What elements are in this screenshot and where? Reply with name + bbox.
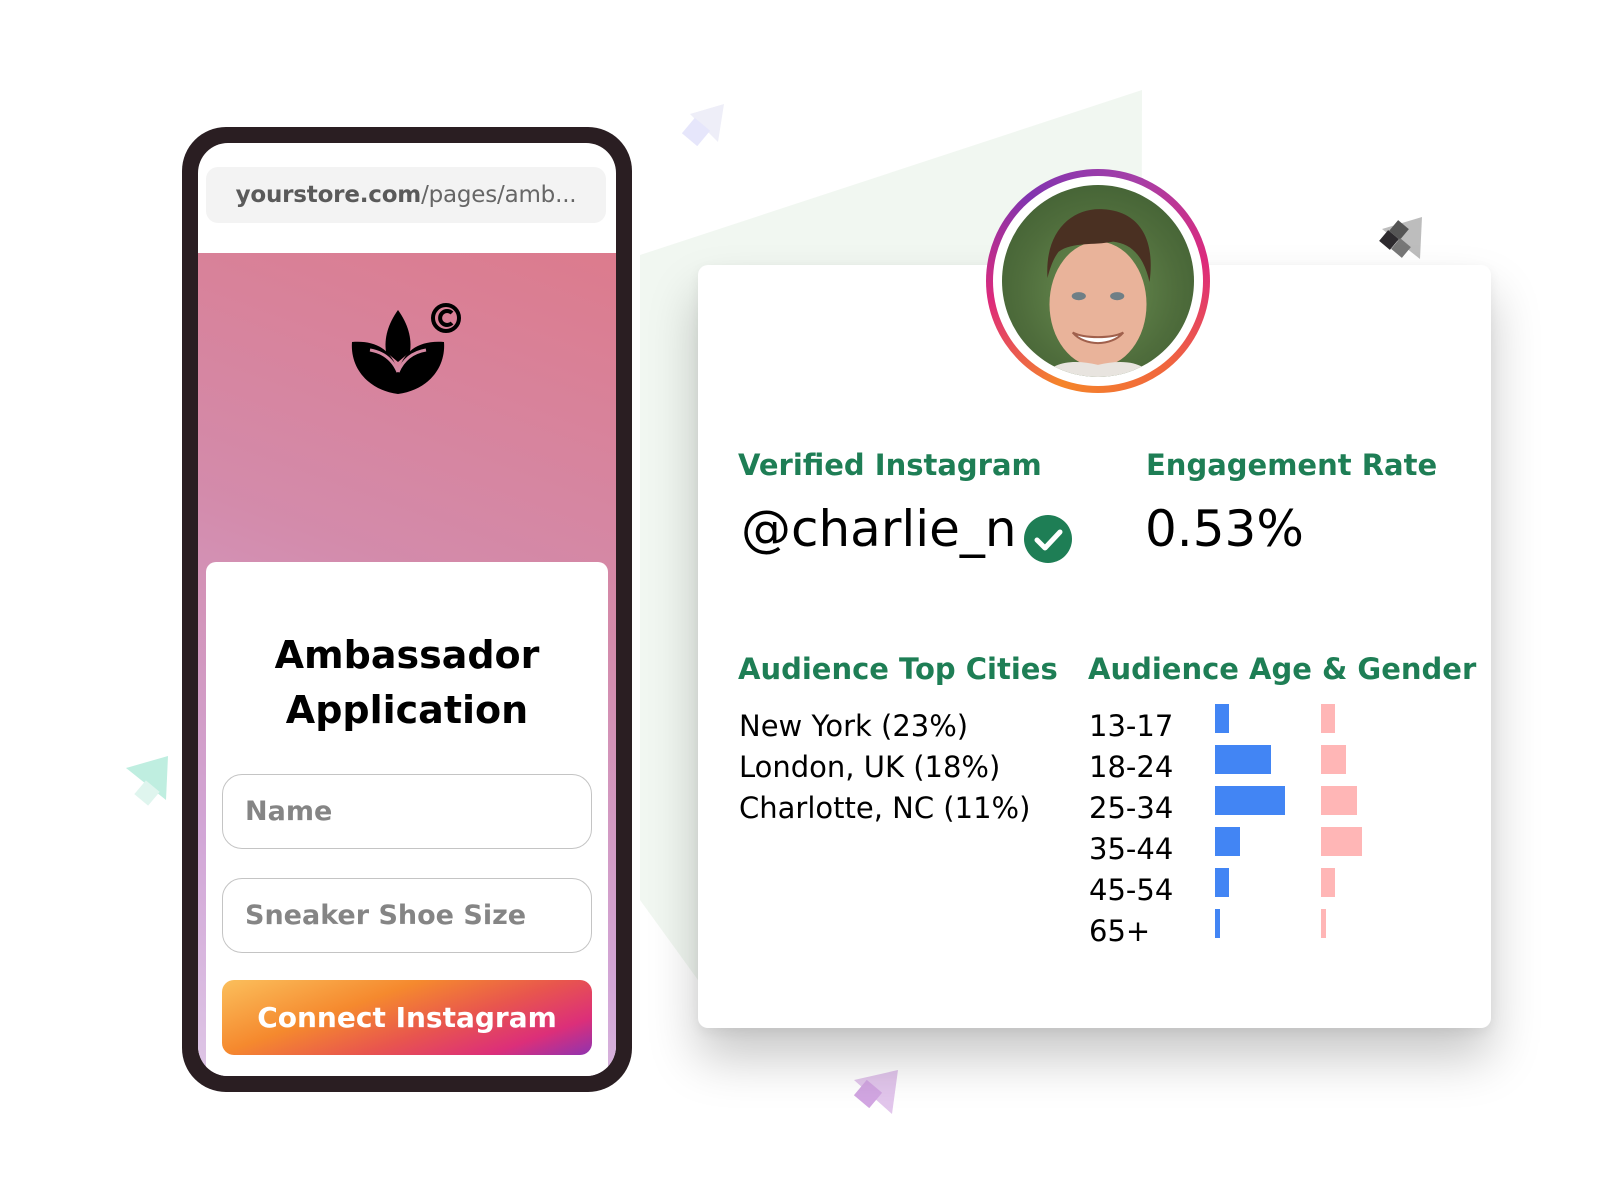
- application-form: Ambassador Application Name Sneaker Shoe…: [206, 562, 608, 1076]
- name-input[interactable]: Name: [222, 774, 592, 849]
- female-bar-65+: [1321, 909, 1326, 938]
- city-item: Charlotte, NC (11%): [739, 791, 1031, 825]
- top-cities-label: Audience Top Cities: [738, 652, 1058, 686]
- female-bar-35-44: [1321, 827, 1362, 856]
- age-label: 18-24: [1089, 750, 1174, 784]
- female-bar-18-24: [1321, 745, 1346, 774]
- avatar-story-ring[interactable]: [986, 169, 1210, 393]
- age-label: 25-34: [1089, 791, 1174, 825]
- url-domain: yourstore.com: [235, 182, 422, 208]
- arrow-decoration-gray: [1379, 217, 1422, 259]
- age-gender-label: Audience Age & Gender: [1088, 652, 1477, 686]
- male-bar-35-44: [1215, 827, 1240, 856]
- male-bar-13-17: [1215, 704, 1229, 733]
- shoe-size-placeholder: Sneaker Shoe Size: [245, 900, 527, 931]
- age-bracket-list: 13-17 18-24 25-34 35-44 45-54 65+: [1089, 706, 1173, 952]
- phone-screen: yourstore.com/pages/amb... Ambassador Ap…: [198, 143, 616, 1076]
- engagement-rate-value: 0.53%: [1145, 500, 1304, 558]
- top-cities-list: New York (23%) London, UK (18%) Charlott…: [739, 706, 1030, 829]
- verified-instagram-label: Verified Instagram: [738, 448, 1042, 482]
- form-title: Ambassador Application: [206, 628, 608, 738]
- arrow-decoration-mint: [126, 756, 168, 806]
- avatar: [1002, 185, 1194, 377]
- male-bar-45-54: [1215, 868, 1229, 897]
- store-hero: Ambassador Application Name Sneaker Shoe…: [198, 253, 616, 1076]
- form-title-line1: Ambassador: [274, 633, 540, 677]
- url-bar[interactable]: yourstore.com/pages/amb...: [206, 167, 606, 223]
- copyright-icon: [431, 303, 461, 333]
- arrow-decoration-lavender: [681, 104, 724, 147]
- check-circle-icon: [1024, 515, 1072, 563]
- male-bar-25-34: [1215, 786, 1285, 815]
- age-label: 45-54: [1089, 873, 1174, 907]
- male-bar-65+: [1215, 909, 1220, 938]
- form-title-line2: Application: [285, 688, 529, 732]
- connect-instagram-label: Connect Instagram: [257, 1001, 557, 1034]
- age-label: 13-17: [1089, 709, 1174, 743]
- city-item: New York (23%): [739, 709, 969, 743]
- female-bar-45-54: [1321, 868, 1335, 897]
- phone-mockup: yourstore.com/pages/amb... Ambassador Ap…: [182, 127, 632, 1092]
- connect-instagram-button[interactable]: Connect Instagram: [222, 980, 592, 1055]
- city-item: London, UK (18%): [739, 750, 1001, 784]
- profile-photo-icon: [1042, 209, 1154, 377]
- female-bar-13-17: [1321, 704, 1335, 733]
- arrow-decoration-purple: [853, 1070, 898, 1114]
- shoe-size-input[interactable]: Sneaker Shoe Size: [222, 878, 592, 953]
- lotus-logo-icon: [351, 303, 461, 394]
- female-bar-25-34: [1321, 786, 1357, 815]
- engagement-rate-label: Engagement Rate: [1146, 448, 1438, 482]
- age-label: 65+: [1089, 914, 1151, 948]
- url-path: /pages/amb...: [421, 182, 577, 208]
- age-label: 35-44: [1089, 832, 1174, 866]
- name-placeholder: Name: [245, 796, 333, 827]
- instagram-handle[interactable]: @charlie_n: [741, 500, 1017, 558]
- male-bar-18-24: [1215, 745, 1271, 774]
